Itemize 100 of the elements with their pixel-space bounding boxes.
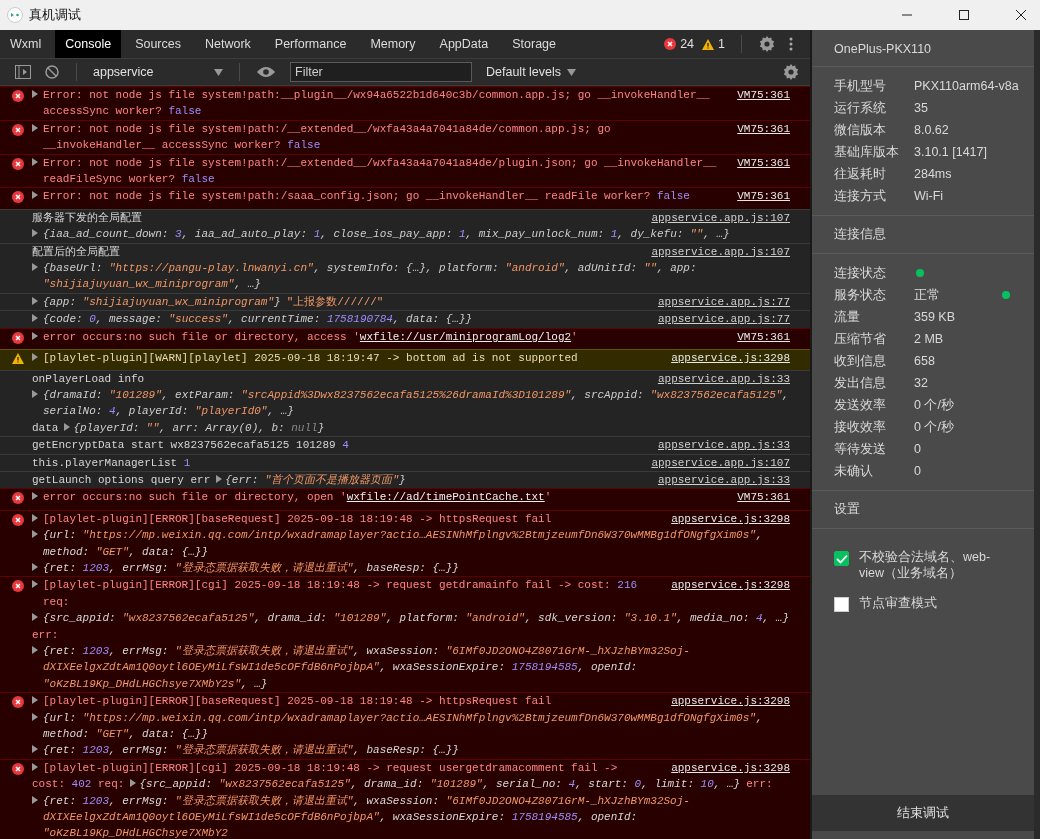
caret-icon[interactable]	[32, 157, 38, 166]
info-label: 连接方式	[834, 187, 887, 205]
caret-icon[interactable]	[216, 474, 223, 483]
source-link[interactable]: VM75:361	[737, 489, 790, 506]
info-label: 微信版本	[834, 121, 887, 139]
log-message: "上报参数//////"	[286, 295, 384, 308]
error-icon	[12, 191, 24, 204]
log-message: [playlet-plugin][ERROR][cgi] 2025-09-18 18:19:48 -> request getdramainfo fail -> cost: 216 req:	[43, 579, 638, 608]
error-icon	[664, 38, 677, 50]
info-value: Wi-Fi	[914, 189, 944, 203]
levels-dropdown[interactable]: Default levels	[480, 64, 583, 80]
source-link[interactable]: appservice.app.js:107	[651, 454, 790, 471]
info-value: 359 KB	[914, 310, 955, 324]
checkbox[interactable]	[834, 551, 849, 566]
log-message: data	[32, 421, 59, 434]
info-label: 基础库版本	[834, 143, 900, 161]
log-message: Error: not node js file system!path:/saaa_config.json; go __invokeHandler__ readFile worker? false	[43, 190, 690, 203]
devtools-tab[interactable]: Sources	[125, 30, 191, 58]
warning-count[interactable]: 1	[718, 37, 725, 51]
devtools-tab[interactable]: Performance	[264, 30, 357, 58]
caret-icon[interactable]	[32, 492, 38, 501]
info-value: 0	[914, 464, 921, 478]
caret-icon[interactable]	[32, 389, 38, 398]
log-message: [playlet-plugin][ERROR][baseRequest] 2025-09-18 18:19:48 -> httpsRequest fail	[43, 512, 552, 525]
clear-console-icon[interactable]	[45, 65, 59, 79]
log-message: cost: 402 req:	[32, 778, 125, 791]
devtools-tab[interactable]: Storage	[502, 30, 566, 58]
checkbox-label[interactable]: 不校验合法域名、web-view（业务域名）	[859, 549, 999, 581]
caret-icon[interactable]	[32, 123, 38, 132]
log-message: err:	[746, 778, 773, 791]
caret-icon[interactable]	[64, 422, 71, 431]
source-link[interactable]: appservice.app.js:77	[657, 311, 790, 328]
file-link[interactable]: wxfile://ad/timePointCache.txt	[346, 491, 545, 504]
source-link[interactable]: VM75:361	[737, 188, 790, 205]
info-value: 2 MB	[914, 332, 944, 346]
info-label: 服务状态	[834, 286, 887, 304]
log-message: err:	[32, 628, 59, 641]
source-link[interactable]: VM75:361	[737, 328, 790, 346]
source-link[interactable]: VM75:361	[737, 87, 790, 104]
object-preview: {err: "首个页面不是播放器页面"}	[225, 473, 406, 486]
source-link[interactable]: appservice.app.js:107	[651, 209, 790, 227]
sidebar-toggle-icon[interactable]	[15, 65, 31, 79]
devtools-tab[interactable]: Wxml	[0, 30, 52, 58]
settings-icon[interactable]	[783, 64, 799, 80]
object-preview: {src_appid: "wx8237562ecafa5125", drama_id: "101289", platform: "android", sdk_version: "3.10.1", media_no: 4, …}	[43, 612, 789, 625]
source-link[interactable]: appservice.app.js:107	[651, 243, 790, 261]
log-message: 配置后的全局配置	[32, 245, 120, 258]
source-link[interactable]: appservice.app.js:33	[657, 370, 790, 387]
eye-icon[interactable]	[257, 66, 275, 78]
source-link[interactable]: appservice.app.js:77	[657, 293, 790, 311]
info-label: 等待发送	[834, 440, 887, 458]
maximize-icon[interactable]	[958, 9, 970, 21]
info-value: 32	[914, 376, 928, 390]
source-link[interactable]: appservice.js:3298	[671, 693, 790, 710]
caret-icon[interactable]	[32, 263, 38, 272]
caret-icon[interactable]	[130, 779, 137, 788]
caret-icon[interactable]	[32, 646, 38, 654]
log-message: Error: not node js file system!path:__plugin__/wx94a6522b1d640c3b/common.app.js; go __invokeHandler__ accessSync worker? false	[43, 89, 710, 118]
filter-field[interactable]: Filter	[290, 62, 472, 82]
checkbox-label[interactable]: 节点审查模式	[859, 595, 999, 611]
info-label: 手机型号	[834, 77, 887, 95]
end-debug-button[interactable]: 结束调试	[812, 795, 1034, 831]
info-value: 284ms	[914, 167, 952, 181]
devtools-tab[interactable]: Memory	[360, 30, 426, 58]
info-value: 3.10.1 [1417]	[914, 145, 987, 159]
settings-icon[interactable]	[759, 36, 775, 52]
caret-icon[interactable]	[32, 90, 38, 98]
error-icon	[12, 90, 24, 102]
source-link[interactable]: appservice.app.js:33	[657, 471, 790, 489]
checkbox[interactable]	[834, 597, 849, 612]
info-label: 未确认	[834, 462, 874, 480]
file-link[interactable]: wxfile://usr/miniprogramLog/log2	[359, 330, 572, 343]
info-label: 收到信息	[834, 352, 887, 370]
caret-icon[interactable]	[32, 191, 38, 200]
source-link[interactable]: appservice.js:3298	[671, 510, 790, 528]
object-preview: {code: 0, message: "success", currentTime: 1758190784, data: {…}}	[43, 313, 473, 326]
source-link[interactable]: appservice.js:3298	[671, 350, 790, 367]
caret-icon[interactable]	[32, 229, 38, 238]
info-label: 运行系统	[834, 99, 887, 117]
caret-icon[interactable]	[32, 613, 38, 622]
log-message: error occurs:no such file or directory, open 'wxfile://ad/timePointCache.txt'	[43, 491, 552, 504]
source-link[interactable]: VM75:361	[737, 154, 790, 172]
source-link[interactable]: VM75:361	[737, 120, 790, 138]
error-count[interactable]: 24	[680, 37, 695, 51]
object-preview: {url: "https://mp.weixin.qq.com/intp/wxadramaplayer?actio…AESINhMfplngv%2BtmjzeumfDn6W370wMMBg1dfONgfgXim0s", method: "GET", data: {…}}	[43, 529, 763, 558]
error-icon	[12, 513, 24, 526]
close-icon[interactable]	[1015, 9, 1027, 21]
log-message: this.playerManagerList 1	[32, 456, 191, 469]
source-link[interactable]: appservice.js:3298	[671, 759, 790, 777]
more-icon[interactable]	[789, 37, 793, 51]
error-icon	[12, 123, 24, 136]
caret-icon[interactable]	[32, 795, 38, 804]
source-link[interactable]: appservice.app.js:33	[657, 437, 790, 454]
devtools-tab[interactable]: Network	[195, 30, 261, 58]
context-select[interactable]: appservice	[89, 65, 227, 79]
devtools-tab[interactable]: Console	[55, 30, 122, 58]
caret-icon[interactable]	[32, 353, 38, 362]
source-link[interactable]: appservice.js:3298	[671, 577, 790, 594]
info-value: 0 个/秒	[914, 396, 954, 414]
devtools-tab[interactable]: AppData	[429, 30, 499, 58]
